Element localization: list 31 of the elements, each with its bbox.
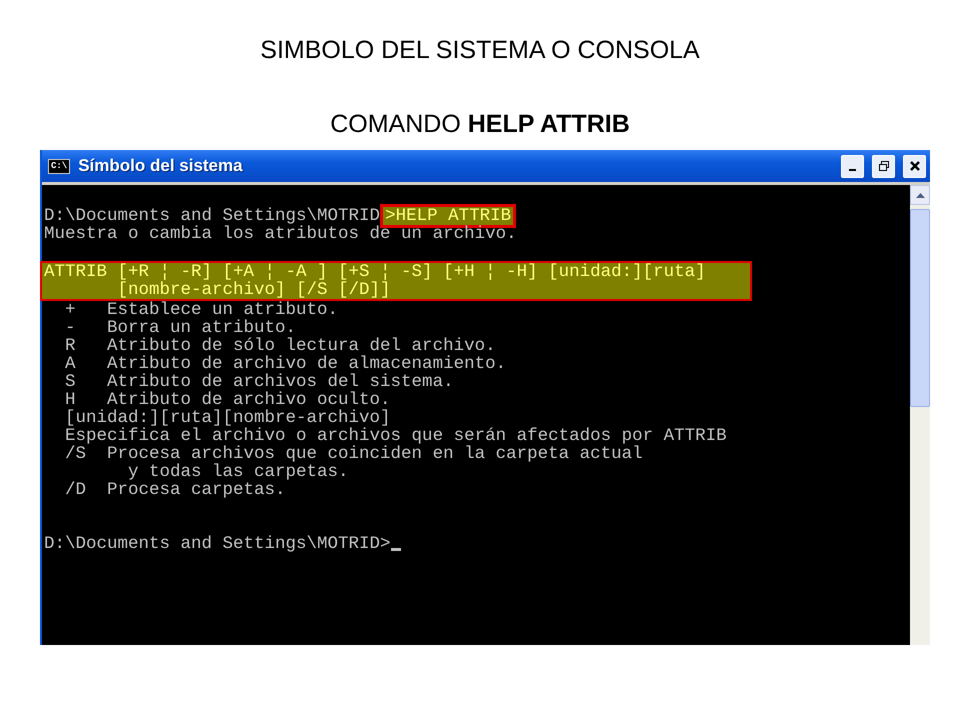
console-line: y todas las carpetas. <box>127 463 349 481</box>
console-line: - Borra un atributo. <box>64 319 296 337</box>
syntax-line: [nombre-archivo] [/S [/D]] <box>116 281 391 299</box>
close-icon <box>908 160 920 172</box>
scroll-thumb[interactable] <box>910 209 930 407</box>
cursor <box>390 548 401 551</box>
console-line: + Establece un atributo. <box>64 301 338 319</box>
console-line: /D Procesa carpetas. <box>64 481 286 499</box>
console-line: S Atributo de archivos del sistema. <box>64 373 454 391</box>
console-prompt: D:\Documents and Settings\MOTRID <box>44 207 380 225</box>
console-line: Especifica el archivo o archivos que serán afectados por ATTRIB <box>64 427 727 445</box>
minimize-icon <box>849 169 856 171</box>
console-line: A Atributo de archivo de almacenamiento. <box>64 355 506 373</box>
syntax-line: ATTRIB [+R ¦ -R] [+A ¦ -A ] [+S ¦ -S] [+H ¦ -H] [unidad:][ruta] <box>44 263 706 281</box>
console-prompt: D:\Documents and Settings\MOTRID> <box>44 535 391 553</box>
console-line: [unidad:][ruta][nombre-archivo] <box>64 409 391 427</box>
window-title: Símbolo del sistema <box>78 156 244 176</box>
restore-button[interactable] <box>872 154 895 178</box>
console-line: Muestra o cambia los atributos de un archivo. <box>44 225 517 243</box>
restore-icon <box>878 160 890 172</box>
scroll-up-button[interactable] <box>910 185 930 205</box>
console-line: H Atributo de archivo oculto. <box>64 391 391 409</box>
scrollbar[interactable] <box>910 185 930 645</box>
slide-title: SIMBOLO DEL SISTEMA O CONSOLA <box>260 35 700 66</box>
slide-subtitle: COMANDO HELP ATTRIB <box>330 109 630 140</box>
up-arrow-icon <box>916 192 924 198</box>
minimize-button[interactable] <box>841 154 864 178</box>
console-line: R Atributo de sólo lectura del archivo. <box>64 337 496 355</box>
close-button[interactable] <box>903 154 926 178</box>
console-line: /S Procesa archivos que coinciden en la carpeta actual <box>64 445 643 463</box>
console-icon: C:\ <box>48 158 70 174</box>
